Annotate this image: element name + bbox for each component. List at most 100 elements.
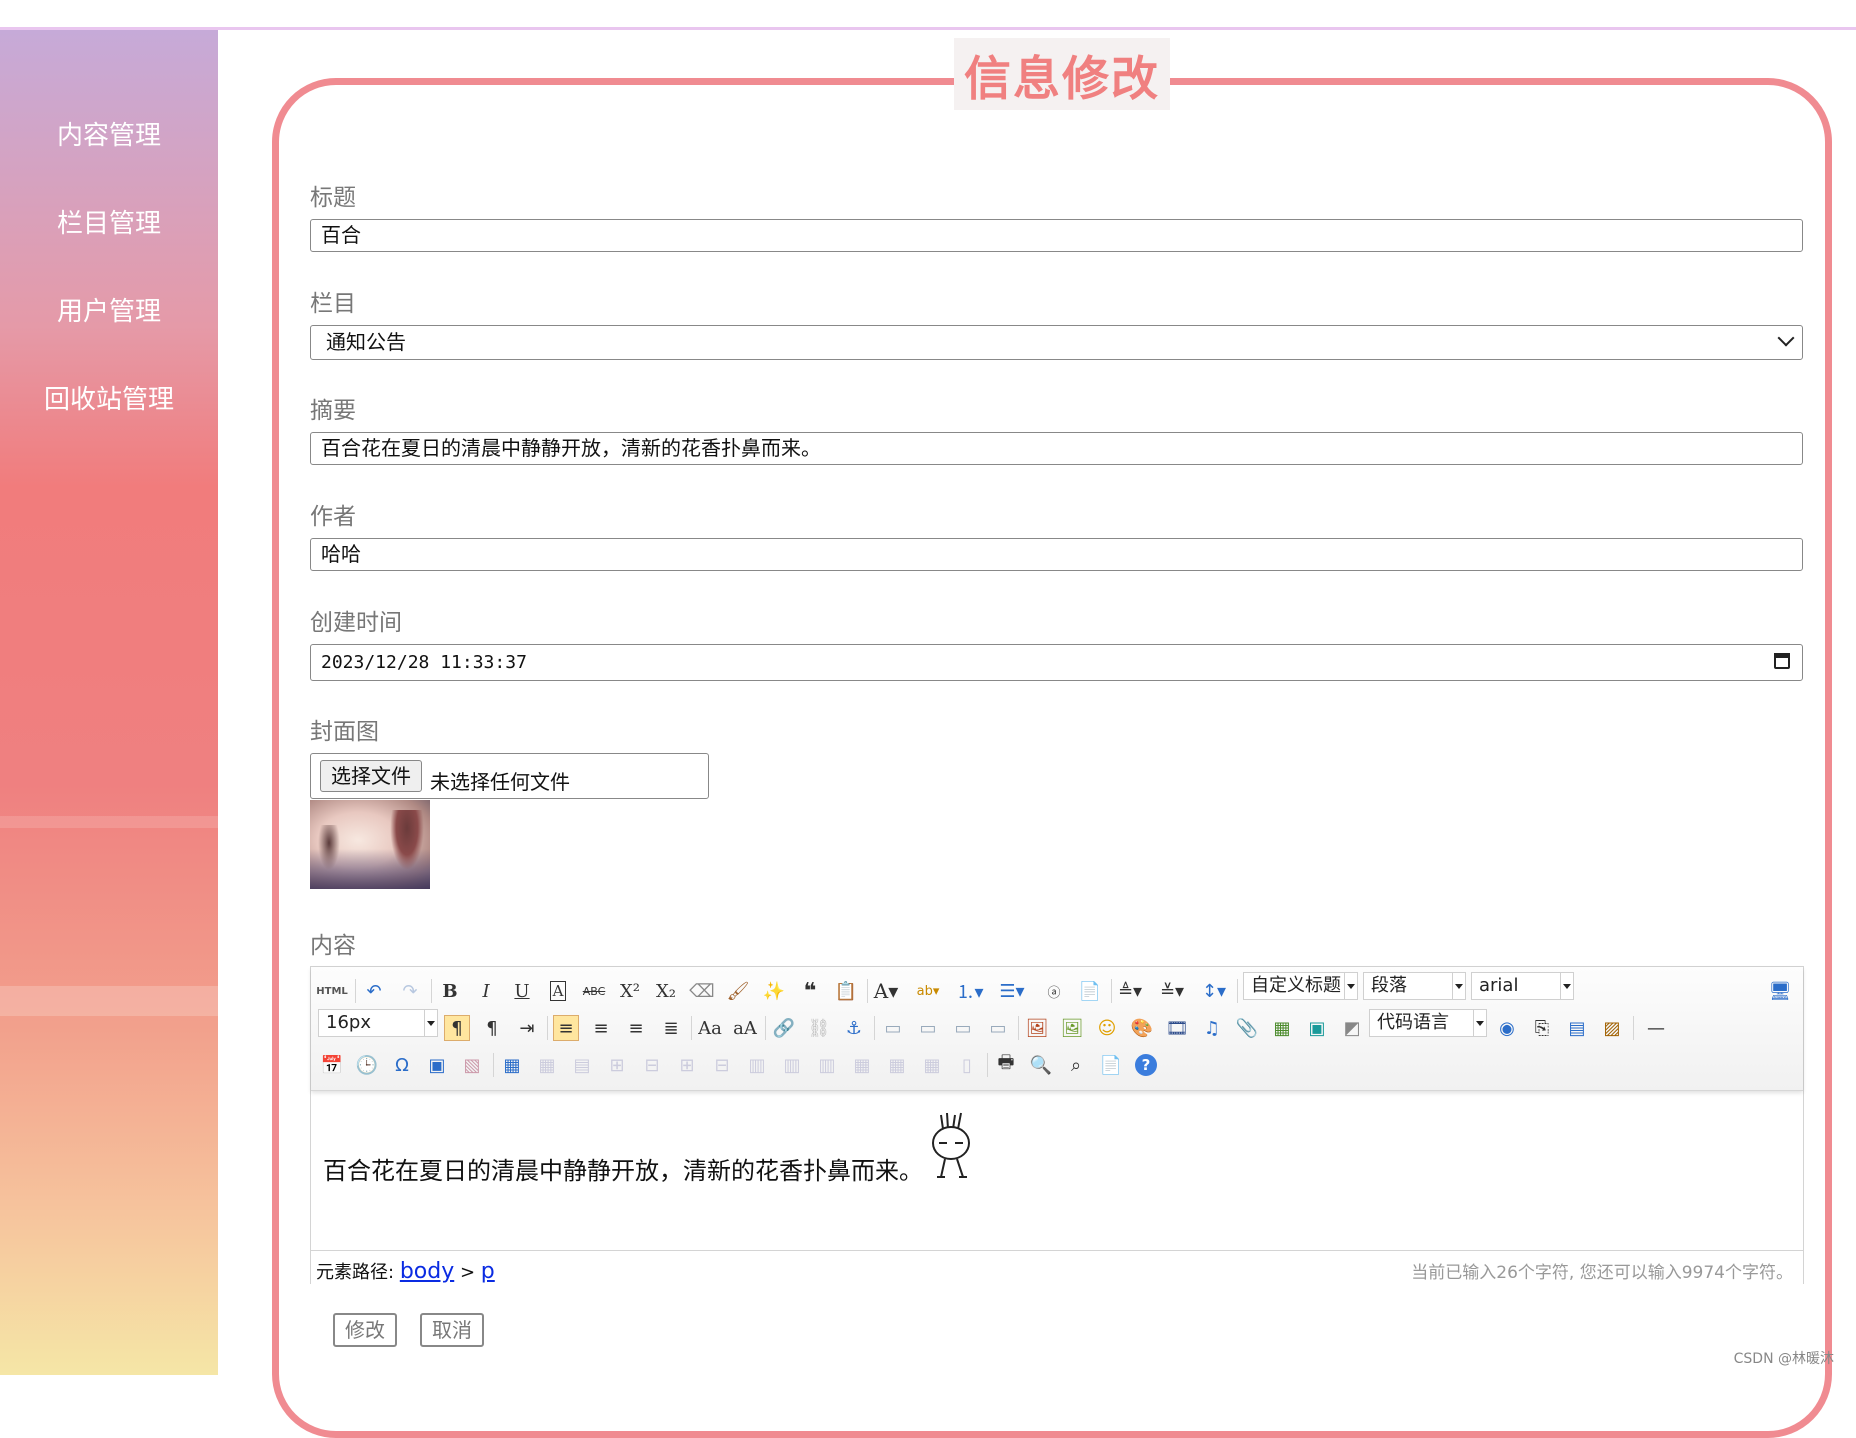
- image-left-icon[interactable]: ▭: [915, 1015, 941, 1041]
- background-icon[interactable]: ▨: [1599, 1015, 1625, 1041]
- superscript-icon[interactable]: X²: [617, 978, 643, 1004]
- map-icon[interactable]: ▦: [1269, 1015, 1295, 1041]
- italic-icon[interactable]: I: [473, 978, 499, 1004]
- horizontal-rule-icon[interactable]: —: [1643, 1015, 1669, 1041]
- calendar-icon[interactable]: [1774, 653, 1790, 669]
- ordered-list-icon[interactable]: ⒈▾: [956, 978, 983, 1004]
- undo-icon[interactable]: ↶: [361, 978, 387, 1004]
- unordered-list-icon[interactable]: ☰▾: [999, 978, 1025, 1004]
- paragraph-select[interactable]: 段落: [1363, 972, 1466, 1000]
- search-replace-icon[interactable]: ⌕: [1063, 1052, 1089, 1078]
- unlink-icon[interactable]: ⛓: [806, 1015, 832, 1041]
- clear-doc-icon[interactable]: 📄: [1077, 978, 1103, 1004]
- font-size-select[interactable]: 16px: [318, 1009, 438, 1037]
- row-spacing-top-icon[interactable]: ≜▾: [1117, 978, 1143, 1004]
- uppercase-icon[interactable]: Aa: [697, 1015, 723, 1041]
- font-family-select[interactable]: arial: [1471, 972, 1574, 1000]
- image-center-icon[interactable]: ▭: [985, 1015, 1011, 1041]
- bold-icon[interactable]: B: [437, 978, 463, 1004]
- subscript-icon[interactable]: X₂: [653, 978, 679, 1004]
- font-color-icon[interactable]: A▾: [873, 978, 899, 1004]
- insert-frame-icon[interactable]: ◩: [1339, 1015, 1365, 1041]
- eraser-icon[interactable]: ⌫: [689, 978, 715, 1004]
- simple-upload-icon[interactable]: 🖼: [1024, 1015, 1050, 1041]
- redo-icon[interactable]: ↷: [397, 978, 423, 1004]
- html-source-icon[interactable]: HTML: [316, 978, 348, 1004]
- path-body-link[interactable]: body: [400, 1259, 454, 1284]
- scrawl-icon[interactable]: 🎨: [1129, 1015, 1155, 1041]
- preview-icon[interactable]: 🔍: [1028, 1052, 1054, 1078]
- insert-paragraph-before-table-icon[interactable]: ▤: [569, 1052, 595, 1078]
- draft-icon[interactable]: 📄: [1098, 1052, 1124, 1078]
- web-app-icon[interactable]: ◉: [1494, 1015, 1520, 1041]
- gmap-icon[interactable]: ▣: [1304, 1015, 1330, 1041]
- paste-plain-icon[interactable]: 📋: [833, 978, 859, 1004]
- choose-file-button[interactable]: 选择文件: [320, 760, 422, 792]
- select-all-icon[interactable]: ⓐ: [1041, 978, 1067, 1004]
- emotion-icon[interactable]: ☺: [1094, 1015, 1120, 1041]
- word-image-icon[interactable]: ▧: [459, 1052, 485, 1078]
- author-input[interactable]: 哈哈: [310, 538, 1803, 571]
- video-icon[interactable]: 🎞: [1164, 1015, 1190, 1041]
- insert-col-icon[interactable]: ⊞: [674, 1052, 700, 1078]
- split-cells-icon[interactable]: ▦: [849, 1052, 875, 1078]
- insert-table-icon[interactable]: ▦: [499, 1052, 525, 1078]
- cover-file-input[interactable]: 选择文件 未选择任何文件: [310, 753, 709, 799]
- date-icon[interactable]: 📅: [319, 1052, 345, 1078]
- template-icon[interactable]: ▤: [1564, 1015, 1590, 1041]
- blockquote-icon[interactable]: ❝: [797, 978, 823, 1004]
- format-painter-icon[interactable]: 🖌: [725, 978, 751, 1004]
- indent-icon[interactable]: ⇥: [514, 1015, 540, 1041]
- rtl-direction-icon[interactable]: ¶: [479, 1015, 505, 1041]
- summary-input[interactable]: 百合花在夏日的清晨中静静开放，清新的花香扑鼻而来。: [310, 432, 1803, 465]
- merge-right-icon[interactable]: ▥: [779, 1052, 805, 1078]
- title-input[interactable]: 百合: [310, 219, 1803, 252]
- align-center-icon[interactable]: ≡: [588, 1015, 614, 1041]
- created-datetime-input[interactable]: 2023/12/28 11:33:37: [310, 644, 1803, 681]
- ltr-direction-icon[interactable]: ¶: [444, 1015, 470, 1041]
- custom-title-select[interactable]: 自定义标题: [1243, 972, 1358, 1000]
- delete-col-icon[interactable]: ⊟: [709, 1052, 735, 1078]
- help-icon[interactable]: ?: [1135, 1054, 1157, 1076]
- sidebar-item-columns[interactable]: 栏目管理: [0, 203, 218, 240]
- row-spacing-bottom-icon[interactable]: ≚▾: [1159, 978, 1185, 1004]
- time-icon[interactable]: 🕒: [354, 1052, 380, 1078]
- image-right-icon[interactable]: ▭: [950, 1015, 976, 1041]
- underline-icon[interactable]: U: [509, 978, 535, 1004]
- split-rows-icon[interactable]: ▦: [884, 1052, 910, 1078]
- delete-table-icon[interactable]: ▦: [534, 1052, 560, 1078]
- special-char-icon[interactable]: Ω: [389, 1052, 415, 1078]
- multi-image-icon[interactable]: 🖼: [1059, 1015, 1085, 1041]
- print-icon[interactable]: 🖶: [993, 1052, 1019, 1078]
- highlight-color-icon[interactable]: ab▾: [915, 978, 941, 1004]
- strikethrough-icon[interactable]: ABC: [581, 978, 607, 1004]
- merge-cells-icon[interactable]: ▥: [744, 1052, 770, 1078]
- sidebar-item-users[interactable]: 用户管理: [0, 291, 218, 328]
- image-none-icon[interactable]: ▭: [880, 1015, 906, 1041]
- sidebar-item-recycle[interactable]: 回收站管理: [0, 379, 218, 416]
- submit-button[interactable]: 修改: [333, 1313, 397, 1347]
- fullscreen-icon[interactable]: 🖥: [1767, 978, 1793, 1004]
- path-p-link[interactable]: p: [481, 1259, 495, 1284]
- auto-format-icon[interactable]: ✨: [761, 978, 787, 1004]
- cancel-button[interactable]: 取消: [420, 1313, 484, 1347]
- insert-row-icon[interactable]: ⊞: [604, 1052, 630, 1078]
- merge-down-icon[interactable]: ▥: [814, 1052, 840, 1078]
- charts-icon[interactable]: ▯: [954, 1052, 980, 1078]
- snapscreen-icon[interactable]: ▣: [424, 1052, 450, 1078]
- sidebar-item-content[interactable]: 内容管理: [0, 115, 218, 152]
- link-icon[interactable]: 🔗: [771, 1015, 797, 1041]
- attachment-icon[interactable]: 📎: [1234, 1015, 1260, 1041]
- music-icon[interactable]: ♫: [1199, 1015, 1225, 1041]
- delete-row-icon[interactable]: ⊟: [639, 1052, 665, 1078]
- align-left-icon[interactable]: ≡: [553, 1015, 579, 1041]
- editor-content[interactable]: 百合花在夏日的清晨中静静开放，清新的花香扑鼻而来。: [323, 1151, 923, 1186]
- column-select[interactable]: 通知公告: [310, 325, 1803, 360]
- font-border-icon[interactable]: A: [545, 978, 571, 1004]
- lowercase-icon[interactable]: aA: [732, 1015, 758, 1041]
- anchor-icon[interactable]: ⚓: [841, 1015, 867, 1041]
- align-justify-icon[interactable]: ≣: [658, 1015, 684, 1041]
- pagebreak-icon[interactable]: ⎘: [1529, 1015, 1555, 1041]
- align-right-icon[interactable]: ≡: [623, 1015, 649, 1041]
- line-height-icon[interactable]: ↕▾: [1201, 978, 1227, 1004]
